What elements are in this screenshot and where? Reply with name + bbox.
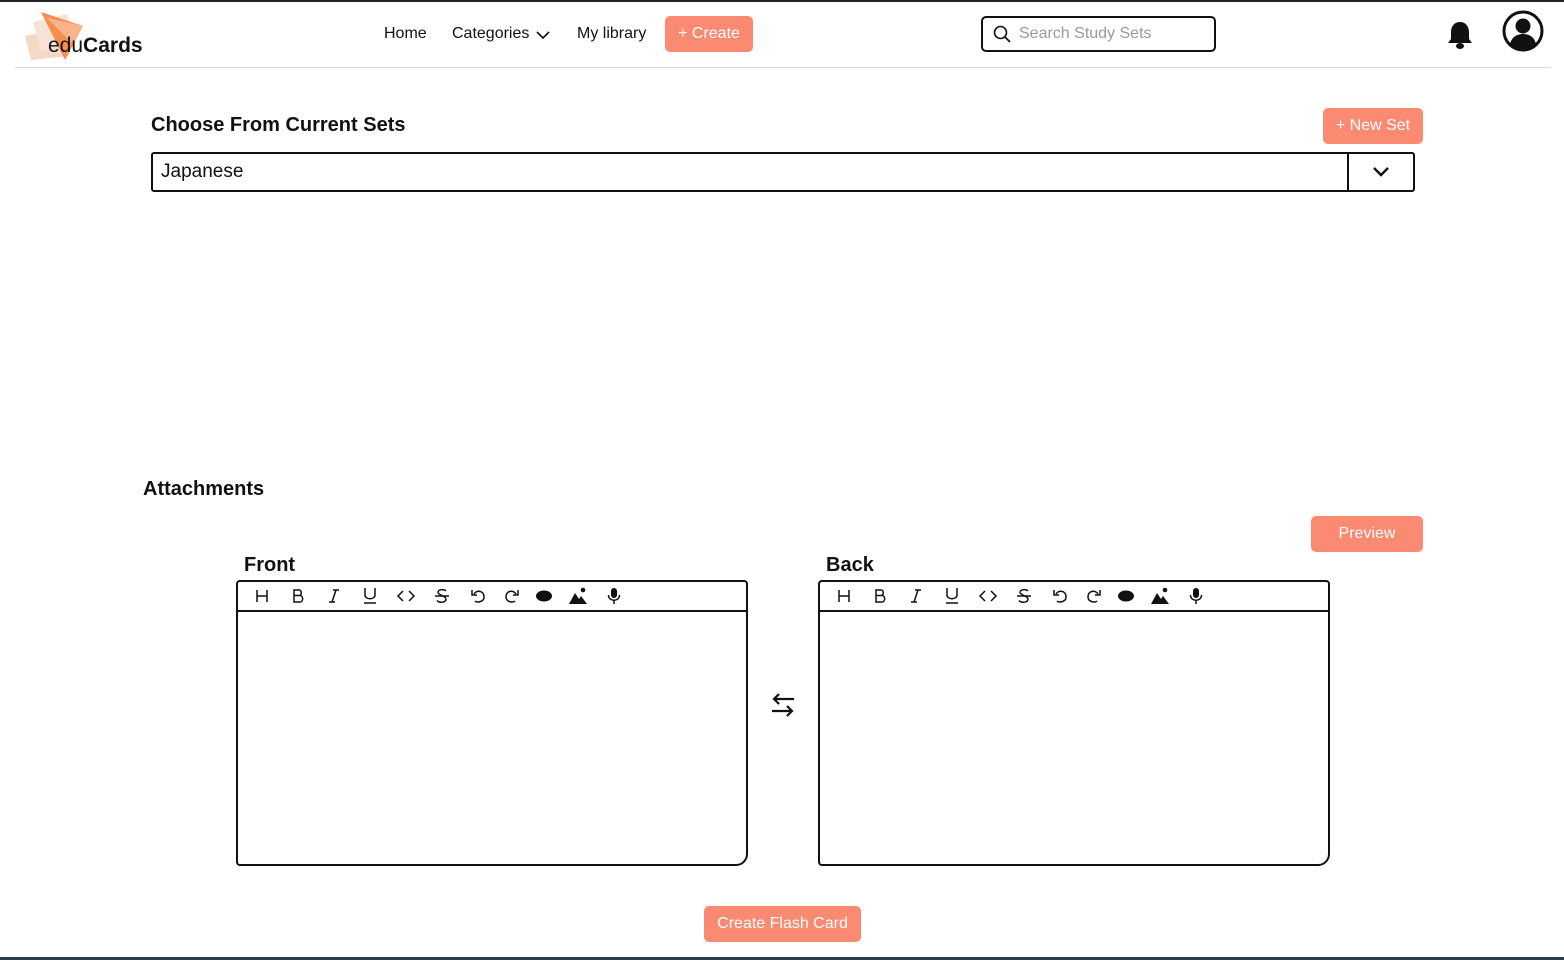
- preview-button[interactable]: Preview: [1311, 516, 1423, 552]
- bold-icon[interactable]: [280, 583, 316, 609]
- educards-logo[interactable]: eduCards: [23, 8, 163, 62]
- back-editor[interactable]: [818, 580, 1330, 866]
- front-toolbar: [238, 582, 746, 612]
- new-set-button-label: + New Set: [1335, 117, 1411, 134]
- bold-icon[interactable]: [862, 583, 898, 609]
- back-label: Back: [826, 554, 874, 576]
- create-button[interactable]: + Create: [665, 16, 753, 52]
- front-text-area[interactable]: [238, 612, 746, 864]
- sets-section-title: Choose From Current Sets: [151, 114, 406, 136]
- back-text-area[interactable]: [820, 612, 1328, 864]
- create-flash-card-label: Create Flash Card: [717, 915, 848, 932]
- attachments-title: Attachments: [143, 478, 265, 500]
- code-icon[interactable]: [388, 583, 424, 609]
- microphone-icon[interactable]: [1178, 583, 1214, 609]
- italic-icon[interactable]: [898, 583, 934, 609]
- nav-home[interactable]: Home: [384, 16, 427, 52]
- top-navbar: eduCards Home Categories My library + Cr…: [15, 2, 1551, 68]
- nav-categories-label: Categories: [452, 25, 530, 42]
- undo-icon[interactable]: [460, 583, 496, 609]
- underline-icon[interactable]: [352, 583, 388, 609]
- image-icon[interactable]: [560, 583, 596, 609]
- nav-categories[interactable]: Categories: [452, 16, 550, 52]
- heading-icon[interactable]: [826, 583, 862, 609]
- front-label: Front: [244, 554, 296, 576]
- heading-icon[interactable]: [244, 583, 280, 609]
- logo-suffix: Cards: [83, 34, 143, 57]
- undo-icon[interactable]: [1042, 583, 1078, 609]
- microphone-icon[interactable]: [596, 583, 632, 609]
- dropdown-toggle[interactable]: [1347, 154, 1413, 190]
- code-icon[interactable]: [970, 583, 1006, 609]
- search-box[interactable]: [981, 16, 1216, 52]
- bell-icon[interactable]: [1446, 20, 1474, 50]
- strikethrough-icon[interactable]: [1006, 583, 1042, 609]
- record-dot-icon[interactable]: [1110, 583, 1142, 609]
- logo-text: eduCards: [48, 34, 143, 58]
- swap-arrows-icon[interactable]: [770, 690, 796, 720]
- nav-my-library-label: My library: [577, 25, 647, 42]
- record-dot-icon[interactable]: [528, 583, 560, 609]
- chevron-down-icon: [536, 31, 550, 40]
- create-flash-card-button[interactable]: Create Flash Card: [704, 906, 861, 942]
- set-select-dropdown[interactable]: Japanese: [151, 152, 1415, 192]
- search-icon: [993, 25, 1011, 43]
- underline-icon[interactable]: [934, 583, 970, 609]
- back-toolbar: [820, 582, 1328, 612]
- chevron-down-icon: [1373, 167, 1389, 177]
- nav-my-library[interactable]: My library: [577, 16, 646, 52]
- preview-button-label: Preview: [1338, 525, 1396, 542]
- user-avatar-icon[interactable]: [1502, 10, 1544, 52]
- nav-home-label: Home: [384, 25, 427, 42]
- italic-icon[interactable]: [316, 583, 352, 609]
- front-editor[interactable]: [236, 580, 748, 866]
- logo-prefix: edu: [48, 34, 84, 57]
- strikethrough-icon[interactable]: [424, 583, 460, 609]
- selected-set-value: Japanese: [161, 161, 244, 182]
- search-input[interactable]: [1019, 25, 1199, 43]
- redo-icon[interactable]: [496, 583, 528, 609]
- redo-icon[interactable]: [1078, 583, 1110, 609]
- image-icon[interactable]: [1142, 583, 1178, 609]
- new-set-button[interactable]: + New Set: [1323, 108, 1423, 144]
- create-button-label: + Create: [678, 25, 740, 42]
